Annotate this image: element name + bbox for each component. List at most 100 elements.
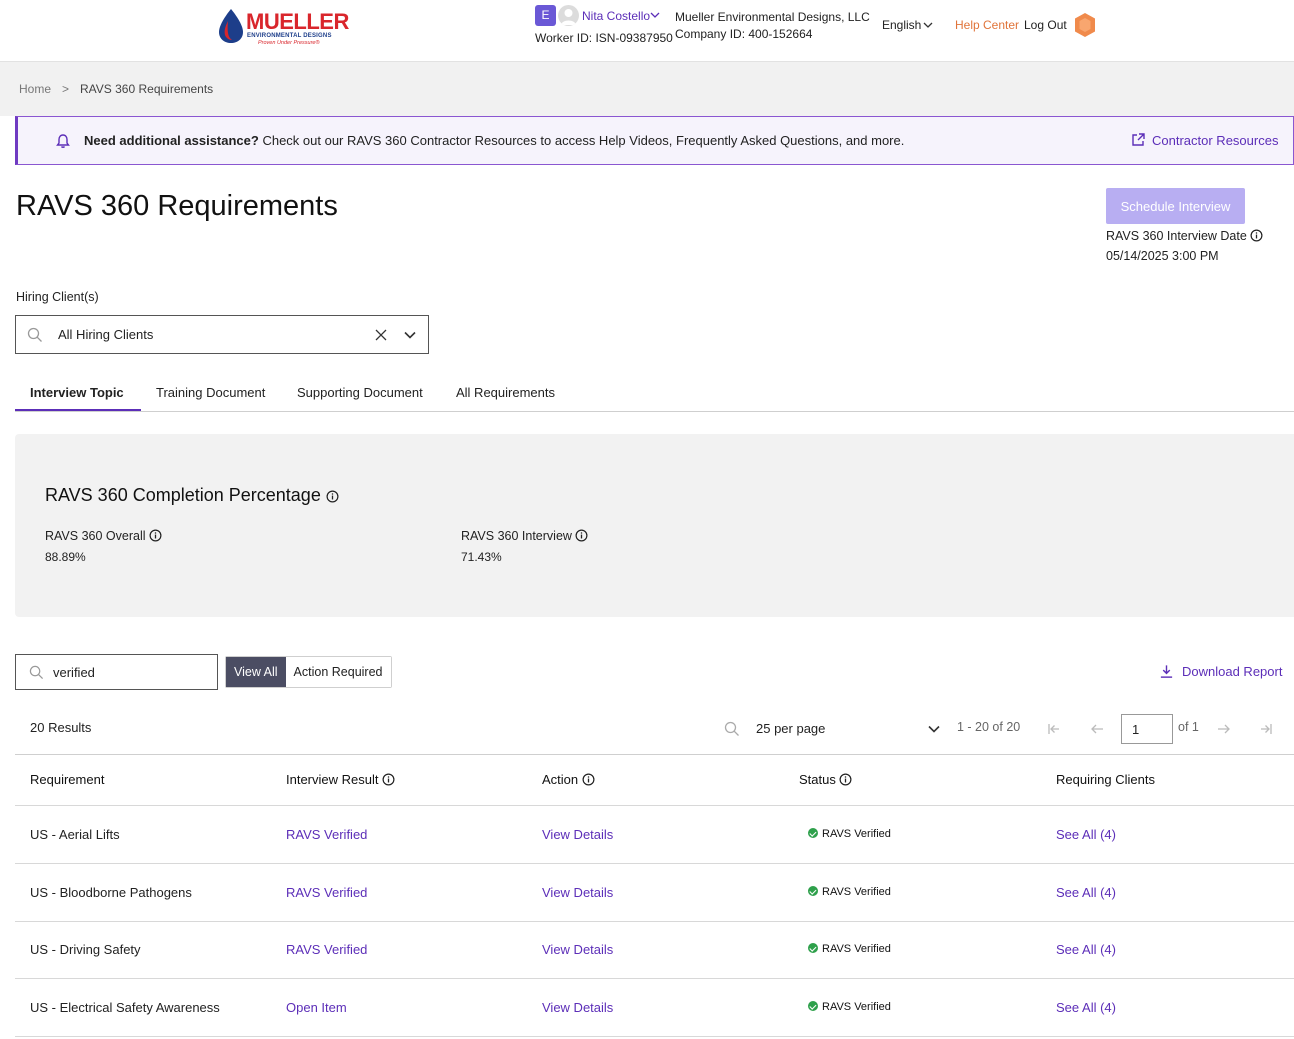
user-name-menu[interactable]: Nita Costello [582, 9, 650, 23]
info-icon[interactable] [382, 773, 395, 786]
requirement-name: US - Driving Safety [30, 942, 141, 957]
table-row: US - Driving Safety RAVS Verified View D… [15, 921, 1294, 979]
page-number-input[interactable] [1121, 714, 1173, 744]
table-row: US - Aerial Lifts RAVS Verified View Det… [15, 806, 1294, 864]
view-details-link[interactable]: View Details [542, 827, 613, 842]
see-all-clients-link[interactable]: See All (4) [1056, 885, 1116, 900]
active-tab-indicator [15, 409, 141, 411]
previous-page-icon[interactable] [1089, 721, 1105, 737]
hiring-client-select[interactable]: All Hiring Clients [15, 315, 429, 354]
download-icon[interactable] [1159, 664, 1174, 679]
view-details-link[interactable]: View Details [542, 942, 613, 957]
page-title: RAVS 360 Requirements [16, 190, 338, 222]
table-row: US - Bloodborne Pathogens RAVS Verified … [15, 864, 1294, 922]
interview-result-link[interactable]: Open Item [286, 1000, 347, 1015]
isn-logo-icon[interactable] [1072, 12, 1098, 38]
completion-title-text: RAVS 360 Completion Percentage [45, 485, 321, 505]
logo-tagline: Proven Under Pressure® [258, 40, 320, 46]
hiring-client-value: All Hiring Clients [58, 327, 154, 342]
interview-result-link[interactable]: RAVS Verified [286, 885, 367, 900]
chevron-down-icon[interactable] [650, 10, 660, 20]
search-icon[interactable] [724, 721, 740, 737]
table-row: US - Electrical Safety Awareness Open It… [15, 979, 1294, 1037]
status-text: RAVS Verified [822, 828, 891, 840]
header-interview-result-text: Interview Result [286, 772, 379, 787]
table-header: Requirement Interview Result Action Stat… [15, 754, 1294, 806]
download-report-link[interactable]: Download Report [1182, 664, 1282, 679]
tab-all-requirements[interactable]: All Requirements [456, 385, 555, 400]
per-page-select[interactable]: 25 per page [756, 721, 825, 736]
company-id: Company ID: 400-152664 [675, 27, 813, 41]
status-text: RAVS Verified [822, 1001, 891, 1013]
info-icon[interactable] [575, 529, 588, 542]
results-count: 20 Results [30, 720, 92, 735]
external-link-icon[interactable] [1130, 132, 1146, 148]
header-interview-result[interactable]: Interview Result [286, 772, 395, 787]
user-initial-badge[interactable]: E [535, 5, 556, 26]
header-requiring-clients[interactable]: Requiring Clients [1056, 772, 1155, 787]
interview-date-value: 05/14/2025 3:00 PM [1106, 249, 1219, 263]
check-circle-icon [808, 943, 818, 953]
completion-panel: RAVS 360 Completion Percentage RAVS 360 … [15, 434, 1294, 617]
view-all-button[interactable]: View All [226, 657, 286, 687]
interview-date-label: RAVS 360 Interview Date [1106, 229, 1263, 243]
banner-bold-text: Need additional assistance? [84, 133, 259, 148]
schedule-interview-button[interactable]: Schedule Interview [1106, 188, 1245, 224]
view-details-link[interactable]: View Details [542, 1000, 613, 1015]
breadcrumb-separator: > [62, 82, 70, 96]
interview-result-link[interactable]: RAVS Verified [286, 942, 367, 957]
assistance-banner: Need additional assistance? Check out ou… [15, 116, 1294, 165]
hiring-client-label: Hiring Client(s) [16, 290, 99, 304]
info-icon[interactable] [149, 529, 162, 542]
check-circle-icon [808, 886, 818, 896]
chevron-down-icon[interactable] [923, 20, 933, 30]
view-details-link[interactable]: View Details [542, 885, 613, 900]
interview-label: RAVS 360 Interview [461, 529, 588, 543]
last-page-icon[interactable] [1258, 721, 1274, 737]
user-icon [561, 9, 576, 25]
overall-label-text: RAVS 360 Overall [45, 529, 146, 543]
header-status[interactable]: Status [799, 772, 852, 787]
breadcrumb-home[interactable]: Home [19, 82, 51, 96]
mueller-logo[interactable]: MUELLER ENVIRONMENTAL DESIGNS Proven Und… [216, 7, 349, 47]
chevron-down-icon[interactable] [927, 722, 941, 736]
logo-title: MUELLER [246, 9, 349, 34]
language-selector[interactable]: English [882, 18, 921, 32]
tab-training-document[interactable]: Training Document [156, 385, 265, 400]
action-required-button[interactable]: Action Required [285, 657, 391, 687]
page-range: 1 - 20 of 20 [957, 720, 1021, 734]
tab-supporting-document[interactable]: Supporting Document [297, 385, 423, 400]
user-avatar[interactable] [558, 5, 579, 26]
info-icon[interactable] [326, 490, 339, 503]
info-icon[interactable] [582, 773, 595, 786]
see-all-clients-link[interactable]: See All (4) [1056, 942, 1116, 957]
close-icon[interactable] [374, 328, 388, 342]
interview-value: 71.43% [461, 550, 502, 564]
header-requirement[interactable]: Requirement [30, 772, 104, 787]
see-all-clients-link[interactable]: See All (4) [1056, 827, 1116, 842]
header-status-text: Status [799, 772, 836, 787]
requirement-search-input[interactable]: verified [15, 654, 218, 690]
overall-value: 88.89% [45, 550, 86, 564]
tab-interview-topic[interactable]: Interview Topic [30, 385, 124, 400]
water-drop-icon [219, 9, 243, 43]
interview-label-text: RAVS 360 Interview [461, 529, 572, 543]
requirement-name: US - Bloodborne Pathogens [30, 885, 192, 900]
chevron-down-icon[interactable] [403, 328, 417, 342]
header-action[interactable]: Action [542, 772, 595, 787]
logout-link[interactable]: Log Out [1024, 18, 1067, 32]
interview-result-link[interactable]: RAVS Verified [286, 827, 367, 842]
check-circle-icon [808, 828, 818, 838]
status-badge: RAVS Verified [808, 943, 891, 955]
status-badge: RAVS Verified [808, 886, 891, 898]
requirement-name: US - Aerial Lifts [30, 827, 120, 842]
help-center-link[interactable]: Help Center [955, 18, 1019, 32]
next-page-icon[interactable] [1216, 721, 1232, 737]
see-all-clients-link[interactable]: See All (4) [1056, 1000, 1116, 1015]
status-badge: RAVS Verified [808, 1001, 891, 1013]
contractor-resources-link[interactable]: Contractor Resources [1152, 133, 1278, 148]
info-icon[interactable] [839, 773, 852, 786]
banner-body-text: Check out our RAVS 360 Contractor Resour… [258, 133, 905, 148]
first-page-icon[interactable] [1046, 721, 1062, 737]
info-icon[interactable] [1250, 229, 1263, 242]
